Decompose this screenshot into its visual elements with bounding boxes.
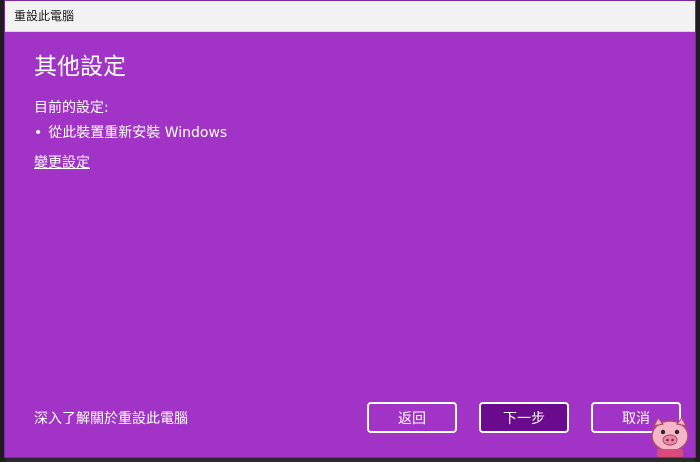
learn-more-link[interactable]: 深入了解關於重設此電腦 (34, 410, 188, 428)
bullet-icon: • (34, 125, 43, 141)
titlebar[interactable]: 重設此電腦 (5, 1, 695, 32)
current-setting-item: • 從此裝置重新安裝 Windows (34, 124, 227, 142)
window-title: 重設此電腦 (14, 9, 75, 23)
current-settings-label: 目前的設定: (34, 100, 109, 116)
page-title: 其他設定 (34, 54, 126, 80)
change-settings-link[interactable]: 變更設定 (34, 154, 90, 172)
next-button[interactable]: 下一步 (479, 402, 569, 433)
reset-pc-dialog: 重設此電腦 其他設定 目前的設定: • 從此裝置重新安裝 Windows 變更設定… (4, 0, 696, 458)
setting-item-label: 從此裝置重新安裝 Windows (48, 125, 228, 141)
pig-mascot-icon (651, 416, 689, 457)
back-button[interactable]: 返回 (367, 402, 457, 433)
